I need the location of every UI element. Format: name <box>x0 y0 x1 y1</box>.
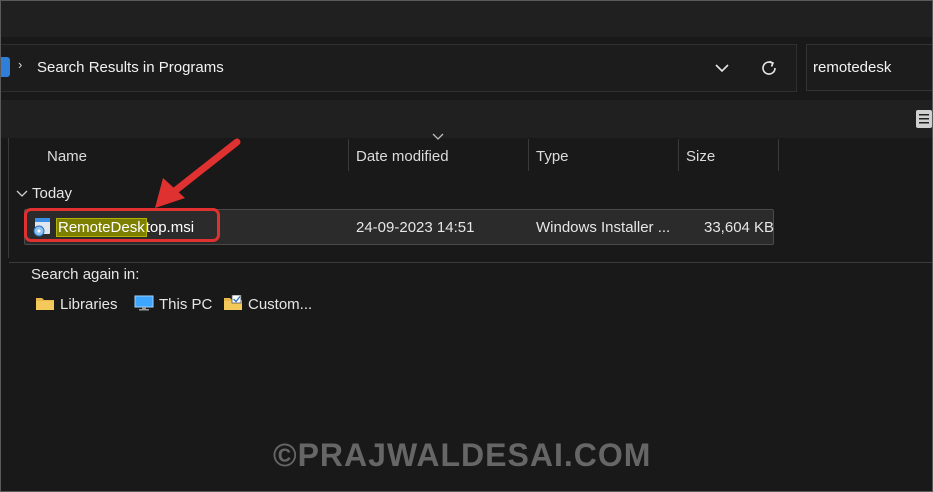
column-separator[interactable] <box>778 139 779 171</box>
file-date-modified: 24-09-2023 14:51 <box>356 219 475 236</box>
section-divider <box>9 262 932 263</box>
group-label: Today <box>32 185 73 202</box>
folder-icon <box>1 57 10 77</box>
sort-caret-icon <box>432 133 444 140</box>
column-header-type[interactable]: Type <box>536 148 569 165</box>
file-type: Windows Installer ... <box>536 219 671 236</box>
search-input[interactable]: remotedesk <box>806 44 932 91</box>
pane-border <box>8 138 9 258</box>
column-separator[interactable] <box>678 139 679 171</box>
location-label: This PC <box>159 296 213 313</box>
refresh-button[interactable] <box>754 53 784 83</box>
chevron-down-icon <box>16 190 28 197</box>
column-separator[interactable] <box>348 139 349 171</box>
column-header-name[interactable]: Name <box>47 148 87 165</box>
command-bar <box>1 100 933 138</box>
watermark: ©PRAJWALDESAI.COM <box>273 437 652 473</box>
column-header-size[interactable]: Size <box>686 148 715 165</box>
breadcrumb-search-results[interactable]: Search Results in Programs <box>37 59 224 76</box>
search-again-this-pc[interactable]: This PC <box>134 295 213 313</box>
file-size: 33,604 KB <box>704 219 775 236</box>
custom-folder-icon <box>224 294 242 311</box>
search-again-label: Search again in: <box>31 266 140 283</box>
this-pc-icon <box>134 295 154 311</box>
details-view-icon[interactable] <box>915 109 933 129</box>
red-arrow-annotation <box>155 138 241 208</box>
title-bar <box>1 1 932 37</box>
column-separator[interactable] <box>528 139 529 171</box>
search-again-libraries[interactable]: Libraries <box>35 296 118 313</box>
address-bar[interactable]: › Search Results in Programs <box>1 44 797 92</box>
breadcrumb-chevron[interactable]: › <box>18 57 22 72</box>
location-label: Libraries <box>60 296 118 313</box>
refresh-icon <box>762 60 776 75</box>
group-header-today[interactable]: Today <box>16 185 72 202</box>
chevron-down-icon <box>715 64 729 73</box>
column-header-date-modified[interactable]: Date modified <box>356 148 449 165</box>
search-again-custom[interactable]: Custom... <box>223 294 313 313</box>
search-input-value: remotedesk <box>813 59 892 76</box>
folder-icon <box>36 298 54 311</box>
address-dropdown-button[interactable] <box>707 53 737 83</box>
file-explorer-window: › Search Results in Programs remotedesk … <box>0 0 933 492</box>
location-label: Custom... <box>248 296 313 313</box>
